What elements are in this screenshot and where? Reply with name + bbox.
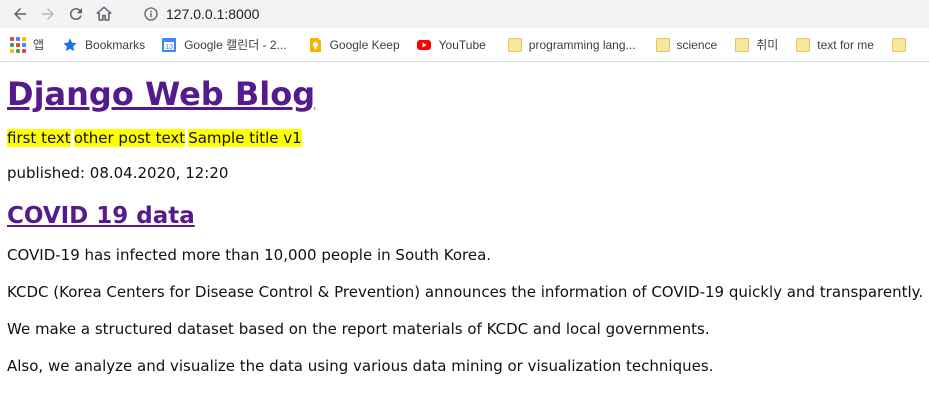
browser-toolbar: 127.0.0.1:8000 xyxy=(0,0,929,28)
address-bar[interactable]: 127.0.0.1:8000 xyxy=(140,0,929,28)
bookmark-text-for-me[interactable]: text for me xyxy=(790,33,880,57)
folder-icon xyxy=(655,37,670,52)
bookmark-google-keep[interactable]: Google Keep xyxy=(301,33,406,57)
bookmark-programming-lang[interactable]: programming lang... xyxy=(502,33,642,57)
post-title: COVID 19 data xyxy=(7,202,929,230)
post-paragraph: We make a structured dataset based on th… xyxy=(7,320,710,338)
page-content: Django Web Blog first text other post tex… xyxy=(0,75,929,376)
post-link-sample-title[interactable]: Sample title v1 xyxy=(188,129,302,147)
back-button[interactable] xyxy=(6,0,34,28)
forward-button[interactable] xyxy=(34,0,62,28)
bookmark-google-calendar[interactable]: 13 Google 캘린더 - 2... xyxy=(155,33,293,57)
bookmark-science[interactable]: science xyxy=(650,33,724,57)
info-icon[interactable] xyxy=(140,6,162,22)
bookmark-apps[interactable]: 앱 xyxy=(0,33,50,57)
bookmarks-bar: 앱 Bookmarks 13 Google 캘린더 - 2... Google … xyxy=(0,28,929,62)
apps-icon xyxy=(10,36,26,53)
post-paragraph: KCDC (Korea Centers for Disease Control … xyxy=(7,283,924,301)
svg-text:13: 13 xyxy=(165,44,173,51)
bookmark-bookmarks[interactable]: Bookmarks xyxy=(56,33,151,57)
forward-arrow-icon xyxy=(42,8,54,20)
home-button[interactable] xyxy=(90,0,118,28)
calendar-icon: 13 xyxy=(161,37,177,53)
post-paragraph: Also, we analyze and visualize the data … xyxy=(7,357,714,375)
star-icon xyxy=(62,37,78,53)
bookmark-label: YouTube xyxy=(438,37,486,52)
reload-button[interactable] xyxy=(62,0,90,28)
bookmark-label: science xyxy=(676,37,718,52)
folder-icon xyxy=(891,37,906,52)
folder-icon xyxy=(796,37,811,52)
bookmark-label: text for me xyxy=(817,37,874,52)
bookmark-label: 앱 xyxy=(33,38,45,52)
post-link-other-post-text[interactable]: other post text xyxy=(73,129,186,147)
bookmark-hobby[interactable]: 취미 xyxy=(729,33,784,57)
post-paragraph: COVID-19 has infected more than 10,000 p… xyxy=(7,246,492,264)
bookmark-overflow-folder[interactable] xyxy=(886,33,919,57)
bookmark-label: 취미 xyxy=(756,38,779,52)
site-title-link[interactable]: Django Web Blog xyxy=(7,75,315,113)
bookmark-youtube[interactable]: YouTube xyxy=(410,33,492,57)
bookmark-label: Google 캘린더 - 2... xyxy=(184,38,287,52)
youtube-icon xyxy=(416,37,432,53)
folder-icon xyxy=(735,37,750,52)
published-date: published: 08.04.2020, 12:20 xyxy=(7,164,229,182)
post-title-link[interactable]: COVID 19 data xyxy=(7,203,195,229)
folder-icon xyxy=(507,37,522,52)
back-arrow-icon xyxy=(14,8,26,20)
keep-icon xyxy=(307,37,323,53)
url-text[interactable]: 127.0.0.1:8000 xyxy=(166,6,259,22)
bookmark-label: Google Keep xyxy=(329,37,400,52)
post-link-list: first text other post text Sample title v1 xyxy=(7,128,929,148)
bookmark-label: programming lang... xyxy=(528,37,636,52)
post-link-first-text[interactable]: first text xyxy=(7,129,71,147)
bookmark-label: Bookmarks xyxy=(85,37,146,52)
reload-icon xyxy=(69,8,82,21)
home-icon xyxy=(96,6,112,21)
page-title: Django Web Blog xyxy=(7,75,929,113)
